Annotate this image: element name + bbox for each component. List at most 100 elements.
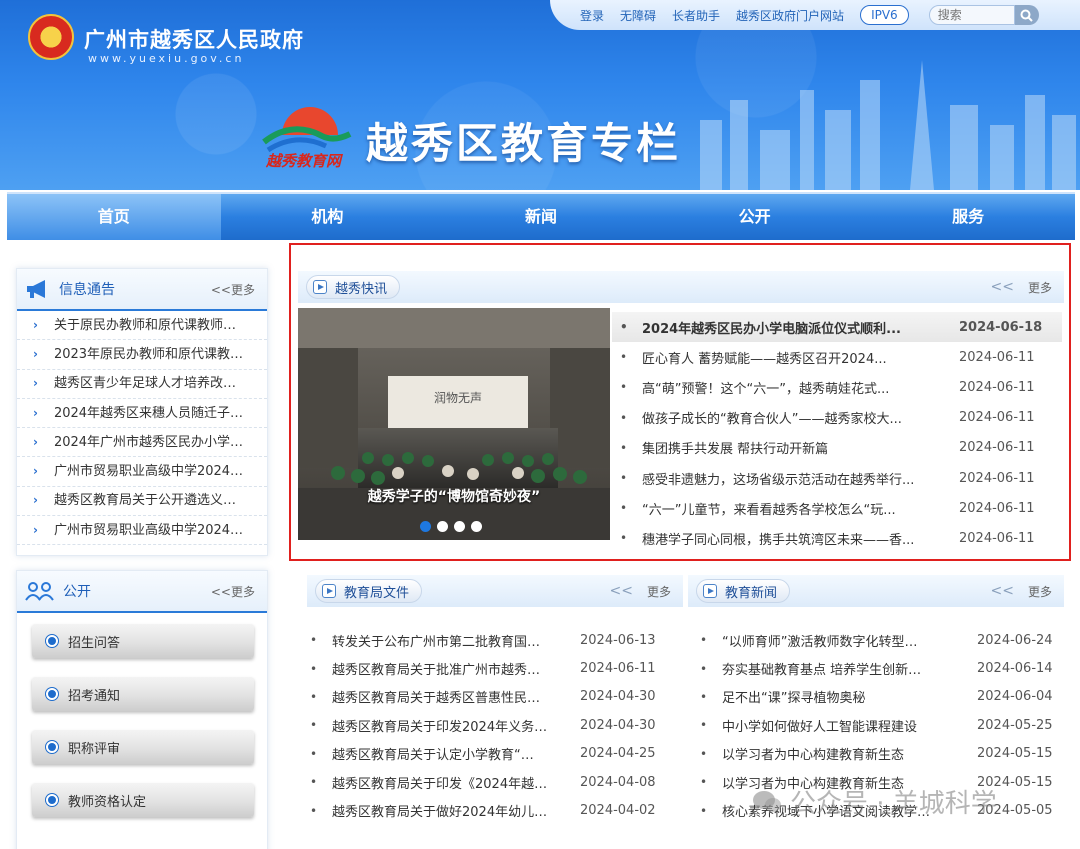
list-item[interactable]: • 转发关于公布广州市第二批教育国… 2024-06-13 <box>310 626 680 654</box>
list-item[interactable]: • 匠心育人 蓄势赋能——越秀区召开2024... 2024-06-11 <box>612 342 1062 372</box>
list-item[interactable]: • 集团携手共发展 帮扶行动开新篇 2024-06-11 <box>612 433 1062 463</box>
nav-organization[interactable]: 机构 <box>221 194 435 240</box>
slide-dot-3[interactable] <box>454 521 465 532</box>
list-item[interactable]: • 穗港学子同心同根，携手共筑湾区未来——香... 2024-06-11 <box>612 523 1062 553</box>
list-item[interactable]: • 中小学如何做好人工智能课程建设 2024-05-25 <box>700 711 1060 739</box>
doc-title: 越秀区教育局关于越秀区普惠性民… <box>332 691 541 707</box>
notice-item-title: 广州市贸易职业高级中学2024… <box>53 522 244 538</box>
slide-dot-4[interactable] <box>471 521 482 532</box>
news-date: 2024-06-11 <box>959 349 1035 365</box>
docs-list: • 转发关于公布广州市第二批教育国… 2024-06-13 • 越秀区教育局关于批准广… <box>310 626 680 825</box>
notice-item[interactable]: › 2023年原民办教师和原代课教… <box>17 340 267 370</box>
open-more-link[interactable]: <<更多 <box>211 583 255 600</box>
title-review-button[interactable]: 职称评审 <box>32 730 254 764</box>
nav-open[interactable]: 公开 <box>648 194 862 240</box>
bullet-icon: • <box>620 320 628 335</box>
button-label: 招考通知 <box>68 688 121 704</box>
news-title: 感受非遗魅力，这场省级示范活动在越秀举行... <box>642 472 915 488</box>
list-item[interactable]: • 越秀区教育局关于做好2024年幼儿… 2024-04-02 <box>310 796 680 824</box>
news-date: 2024-06-11 <box>959 440 1035 456</box>
list-item[interactable]: • 以学习者为中心构建教育新生态 2024-05-15 <box>700 740 1060 768</box>
bullet-icon: • <box>700 718 708 733</box>
list-item[interactable]: • 做孩子成长的“教育合伙人”——越秀家校大... 2024-06-11 <box>612 403 1062 433</box>
bullet-icon: • <box>620 501 628 516</box>
express-more-link[interactable]: 更多 <box>1028 279 1052 296</box>
exam-notice-button[interactable]: 招考通知 <box>32 677 254 711</box>
notice-item[interactable]: › 2024年广州市越秀区民办小学… <box>17 428 267 458</box>
list-item[interactable]: • 越秀区教育局关于越秀区普惠性民… 2024-04-30 <box>310 683 680 711</box>
list-item[interactable]: • “以师育师”激活教师数字化转型… 2024-06-24 <box>700 626 1060 654</box>
nav-news[interactable]: 新闻 <box>434 194 648 240</box>
notice-item[interactable]: › 越秀区青少年足球人才培养改… <box>17 370 267 399</box>
bullet-icon: • <box>310 803 318 818</box>
news-date: 2024-06-24 <box>977 632 1053 648</box>
express-title-tab[interactable]: 越秀快讯 <box>306 275 401 299</box>
express-header: 越秀快讯 << 更多 <box>298 271 1064 303</box>
list-item[interactable]: • 越秀区教育局关于印发2024年义务… 2024-04-30 <box>310 711 680 739</box>
list-item[interactable]: • 夯实基础教育基点 培养学生创新… 2024-06-14 <box>700 654 1060 682</box>
news-title: “六一”儿童节，来看看越秀各学校怎么“玩... <box>642 502 896 518</box>
list-item[interactable]: • 足不出“课”探寻植物奥秘 2024-06-04 <box>700 683 1060 711</box>
watermark-text: 公众号 · 羊城科学 <box>790 789 997 819</box>
doc-date: 2024-04-30 <box>580 717 656 733</box>
open-panel-title: 公开 <box>63 584 91 600</box>
list-item[interactable]: • 高“萌”预警！这个“六一”，越秀萌娃花式... 2024-06-11 <box>612 372 1062 402</box>
edu-news-title-tab[interactable]: 教育新闻 <box>696 579 791 603</box>
doc-title: 越秀区教育局关于批准广州市越秀… <box>332 663 541 679</box>
list-item[interactable]: • 越秀区教育局关于批准广州市越秀… 2024-06-11 <box>310 654 680 682</box>
doc-date: 2024-04-02 <box>580 803 656 819</box>
docs-title-tab[interactable]: 教育局文件 <box>315 579 423 603</box>
bullet-icon: • <box>620 410 628 425</box>
bullet-icon: • <box>700 775 708 790</box>
slide-dot-1[interactable] <box>420 521 431 532</box>
notice-item[interactable]: › 2024年越秀区来穗人员随迁子… <box>17 399 267 429</box>
search-input[interactable] <box>928 5 1015 25</box>
notice-item[interactable]: › 广州市贸易职业高级中学2024… <box>17 457 267 487</box>
doc-title: 越秀区教育局关于印发《2024年越… <box>332 776 548 792</box>
teacher-cert-button[interactable]: 教师资格认定 <box>32 783 254 817</box>
arrow-icon: › <box>33 464 38 479</box>
edu-news-more-link[interactable]: 更多 <box>1028 583 1052 600</box>
list-item[interactable]: • 越秀区教育局关于印发《2024年越… 2024-04-08 <box>310 768 680 796</box>
edu-news-header: 教育新闻 << 更多 <box>688 575 1064 607</box>
notice-item-title: 关于原民办教师和原代课教师… <box>53 317 236 333</box>
bullet-icon: • <box>700 633 708 648</box>
news-date: 2024-06-11 <box>959 379 1035 395</box>
play-icon <box>703 584 717 598</box>
gov-site-title[interactable]: 广州市越秀区人民政府 <box>84 24 304 54</box>
ipv6-badge[interactable]: IPV6 <box>860 5 909 25</box>
nav-service[interactable]: 服务 <box>861 194 1075 240</box>
docs-more-link[interactable]: 更多 <box>647 583 671 600</box>
notice-item[interactable]: › 越秀区教育局关于公开遴选义… <box>17 487 267 517</box>
list-item[interactable]: • 感受非遗魅力，这场省级示范活动在越秀举行... 2024-06-11 <box>612 463 1062 493</box>
elder-assistant-link[interactable]: 长者助手 <box>672 7 720 24</box>
edu-logo-text: 越秀教育网 <box>266 152 342 170</box>
doc-date: 2024-04-08 <box>580 774 656 790</box>
doc-title: 越秀区教育局关于印发2024年义务… <box>332 719 548 735</box>
nav-home[interactable]: 首页 <box>7 194 221 240</box>
search-button[interactable] <box>1014 5 1039 25</box>
list-item[interactable]: • 越秀区教育局关于认定小学教育“… 2024-04-25 <box>310 740 680 768</box>
bullet-icon <box>46 794 58 806</box>
arrow-icon: › <box>33 522 38 537</box>
bullet-icon: • <box>310 689 318 704</box>
notice-item[interactable]: › 关于原民办教师和原代课教师… <box>17 311 267 341</box>
news-date: 2024-06-11 <box>959 500 1035 516</box>
slide-dot-2[interactable] <box>437 521 448 532</box>
doc-date: 2024-04-30 <box>580 689 656 705</box>
news-date: 2024-05-25 <box>977 717 1053 733</box>
notice-item-title: 2024年越秀区来穗人员随迁子… <box>53 405 244 421</box>
admission-qa-button[interactable]: 招生问答 <box>32 624 254 658</box>
list-item[interactable]: • 2024年越秀区民办小学电脑派位仪式顺利... 2024-06-18 <box>612 312 1062 343</box>
list-item[interactable]: • “六一”儿童节，来看看越秀各学校怎么“玩... 2024-06-11 <box>612 493 1062 523</box>
notice-item[interactable]: › 广州市贸易职业高级中学2024… <box>17 516 267 546</box>
accessibility-link[interactable]: 无障碍 <box>620 7 656 24</box>
news-title: 2024年越秀区民办小学电脑派位仪式顺利... <box>642 321 901 337</box>
bullet-icon: • <box>620 471 628 486</box>
notice-more-link[interactable]: <<更多 <box>211 281 255 298</box>
login-link[interactable]: 登录 <box>580 7 604 24</box>
portal-link[interactable]: 越秀区政府门户网站 <box>736 7 844 24</box>
bullet-icon <box>46 688 58 700</box>
news-date: 2024-06-11 <box>959 530 1035 546</box>
bullet-icon: • <box>700 689 708 704</box>
